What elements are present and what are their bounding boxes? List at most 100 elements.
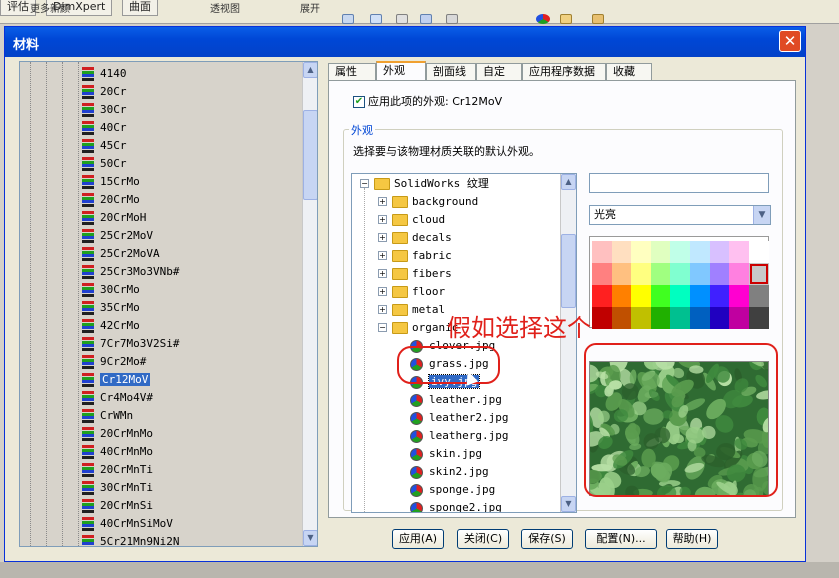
collapse-icon[interactable]: − xyxy=(360,179,369,188)
collapse-icon[interactable]: − xyxy=(378,323,387,332)
color-swatch[interactable] xyxy=(631,241,652,263)
expand-icon[interactable]: + xyxy=(378,269,387,278)
texture-file[interactable]: leatherg.jpg xyxy=(410,427,508,445)
color-swatch[interactable] xyxy=(748,263,769,285)
texture-folder[interactable]: background xyxy=(392,193,478,211)
help-button[interactable]: 帮助(H) xyxy=(666,529,718,549)
host-toolbar-item[interactable]: 更多新颜 xyxy=(30,0,70,15)
color-swatch[interactable] xyxy=(650,263,671,285)
material-item[interactable]: 7Cr7Mo3V2Si# xyxy=(82,335,179,353)
tab-favorites[interactable]: 收藏 xyxy=(606,63,652,80)
appearance-name-field[interactable] xyxy=(589,173,769,193)
rotate-icon[interactable] xyxy=(370,14,382,24)
color-swatch[interactable] xyxy=(690,285,710,307)
color-swatch[interactable] xyxy=(611,285,632,307)
scroll-down-icon[interactable]: ▼ xyxy=(561,496,576,512)
texture-folder[interactable]: decals xyxy=(392,229,452,247)
material-item[interactable]: 20CrMo xyxy=(82,191,140,209)
material-item[interactable]: 50Cr xyxy=(82,155,127,173)
color-swatch[interactable] xyxy=(670,241,691,263)
material-item[interactable]: 20Cr xyxy=(82,83,127,101)
color-swatch[interactable] xyxy=(611,307,632,329)
color-swatch[interactable] xyxy=(748,241,769,263)
texture-file[interactable]: leather2.jpg xyxy=(410,409,508,427)
color-palette[interactable] xyxy=(589,236,769,329)
material-item[interactable]: 45Cr xyxy=(82,137,127,155)
scroll-up-icon[interactable]: ▲ xyxy=(303,62,317,78)
color-swatch[interactable] xyxy=(592,307,612,329)
color-swatch[interactable] xyxy=(729,307,750,329)
scroll-down-icon[interactable]: ▼ xyxy=(303,530,317,546)
close-icon[interactable]: ✕ xyxy=(779,30,801,52)
color-swatch[interactable] xyxy=(729,241,750,263)
scroll-thumb[interactable] xyxy=(303,110,317,200)
tab-appearance[interactable]: 外观 xyxy=(376,61,426,81)
host-toolbar-item[interactable]: 展开 xyxy=(300,0,320,15)
scene-icon[interactable] xyxy=(560,14,572,24)
color-swatch[interactable] xyxy=(631,307,652,329)
material-item[interactable]: 20CrMnSi xyxy=(82,497,153,515)
color-swatch[interactable] xyxy=(670,285,691,307)
color-swatch[interactable] xyxy=(670,263,691,285)
color-swatch[interactable] xyxy=(690,263,710,285)
material-item[interactable]: 25Cr2MoV xyxy=(82,227,153,245)
texture-folder[interactable]: fabric xyxy=(392,247,452,265)
material-item[interactable]: 40Cr xyxy=(82,119,127,137)
color-swatch[interactable] xyxy=(650,285,671,307)
color-swatch[interactable] xyxy=(729,263,750,285)
host-tab-surface[interactable]: 曲面 xyxy=(122,0,158,16)
texture-file[interactable]: skin.jpg xyxy=(410,445,482,463)
material-item[interactable]: 9Cr2Mo# xyxy=(82,353,146,371)
tab-custom[interactable]: 自定义 xyxy=(476,63,522,93)
expand-icon[interactable]: + xyxy=(378,197,387,206)
color-swatch[interactable] xyxy=(690,307,710,329)
expand-icon[interactable]: + xyxy=(378,215,387,224)
material-item[interactable]: 4140 xyxy=(82,65,127,83)
texture-folder[interactable]: metal xyxy=(392,301,445,319)
color-swatch[interactable] xyxy=(709,307,730,329)
color-swatch[interactable] xyxy=(611,241,632,263)
color-swatch[interactable] xyxy=(670,307,691,329)
apply-button[interactable]: 应用(A) xyxy=(392,529,444,549)
texture-file[interactable]: sponge2.jpg xyxy=(410,499,502,512)
color-swatch[interactable] xyxy=(709,285,730,307)
material-item[interactable]: 40CrMnMo xyxy=(82,443,153,461)
material-item[interactable]: 42CrMo xyxy=(82,317,140,335)
apply-appearance-checkbox[interactable]: ✔ 应用此项的外观: Cr12MoV xyxy=(353,95,502,109)
color-swatch[interactable] xyxy=(611,263,632,285)
texture-folder[interactable]: floor xyxy=(392,283,445,301)
tab-properties[interactable]: 属性 xyxy=(328,63,376,80)
scroll-up-icon[interactable]: ▲ xyxy=(561,174,576,190)
tab-application-data[interactable]: 应用程序数据 xyxy=(522,63,606,80)
color-swatch[interactable] xyxy=(592,285,612,307)
material-item[interactable]: CrWMn xyxy=(82,407,133,425)
texture-tree-scrollbar[interactable]: ▲ ▼ xyxy=(560,174,576,512)
config-button[interactable]: 配置(N)... xyxy=(585,529,657,549)
expand-icon[interactable]: + xyxy=(378,287,387,296)
texture-file[interactable]: sponge.jpg xyxy=(410,481,495,499)
texture-folder[interactable]: fibers xyxy=(392,265,452,283)
save-button[interactable]: 保存(S) xyxy=(521,529,573,549)
color-swatch[interactable] xyxy=(631,263,652,285)
finish-select[interactable]: 光亮 ▼ xyxy=(589,205,771,225)
material-item[interactable]: 30Cr xyxy=(82,101,127,119)
texture-file[interactable]: leather.jpg xyxy=(410,391,502,409)
expand-icon[interactable]: + xyxy=(378,251,387,260)
expand-icon[interactable]: + xyxy=(378,305,387,314)
material-item[interactable]: Cr12MoV xyxy=(82,371,151,389)
material-item[interactable]: 20CrMoH xyxy=(82,209,146,227)
material-item[interactable]: Cr4Mo4V# xyxy=(82,389,153,407)
appearance-icon[interactable] xyxy=(536,14,550,24)
tab-crosshatch[interactable]: 剖面线 xyxy=(426,63,476,80)
color-swatch[interactable] xyxy=(592,241,612,263)
arrow-icon[interactable] xyxy=(396,14,408,24)
color-swatch[interactable] xyxy=(748,307,769,329)
material-item[interactable]: 30CrMnTi xyxy=(82,479,153,497)
material-item[interactable]: 20CrMnTi xyxy=(82,461,153,479)
material-item[interactable]: 30CrMo xyxy=(82,281,140,299)
color-swatch[interactable] xyxy=(729,285,750,307)
material-item[interactable]: 20CrMnMo xyxy=(82,425,153,443)
checkmark-icon[interactable]: ✔ xyxy=(353,96,365,108)
color-swatch[interactable] xyxy=(709,241,730,263)
host-toolbar-item[interactable]: 透视图 xyxy=(210,0,240,15)
